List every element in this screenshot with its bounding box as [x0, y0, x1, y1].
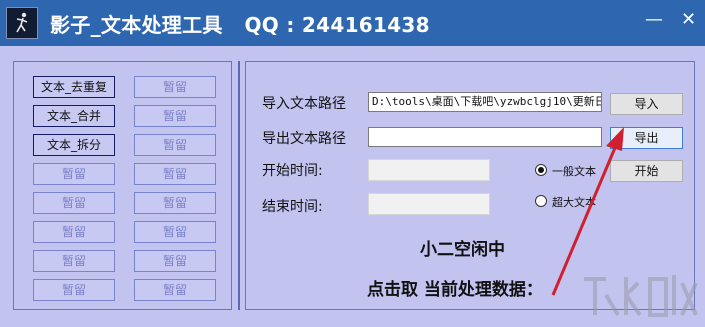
watermark-logo — [584, 275, 698, 317]
